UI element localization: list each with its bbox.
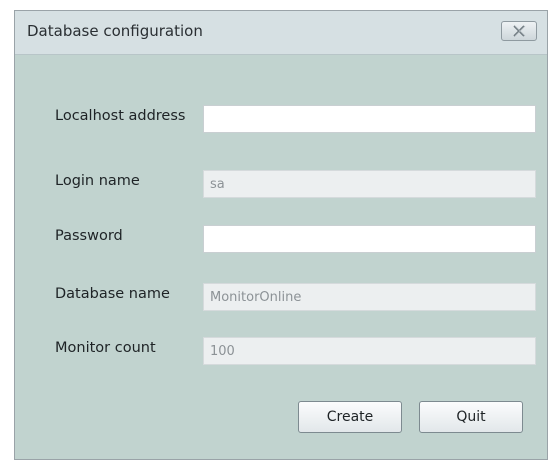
login-name-label: Login name (55, 173, 140, 189)
password-input[interactable] (203, 225, 536, 253)
monitor-count-input[interactable] (203, 337, 536, 365)
database-name-label: Database name (55, 286, 170, 302)
localhost-address-input[interactable] (203, 105, 536, 133)
login-name-input[interactable] (203, 170, 536, 198)
close-x-icon (513, 25, 526, 37)
dialog-body: Localhost address Login name Password Da… (15, 55, 547, 459)
monitor-count-label: Monitor count (55, 340, 156, 356)
password-label: Password (55, 228, 123, 244)
database-name-input[interactable] (203, 283, 536, 311)
close-button[interactable] (501, 21, 537, 41)
localhost-address-label: Localhost address (55, 108, 186, 124)
quit-button[interactable]: Quit (419, 401, 523, 433)
database-configuration-dialog: Database configuration Localhost address… (14, 10, 548, 460)
create-button[interactable]: Create (298, 401, 402, 433)
title-bar: Database configuration (15, 11, 547, 55)
dialog-title: Database configuration (27, 22, 203, 40)
